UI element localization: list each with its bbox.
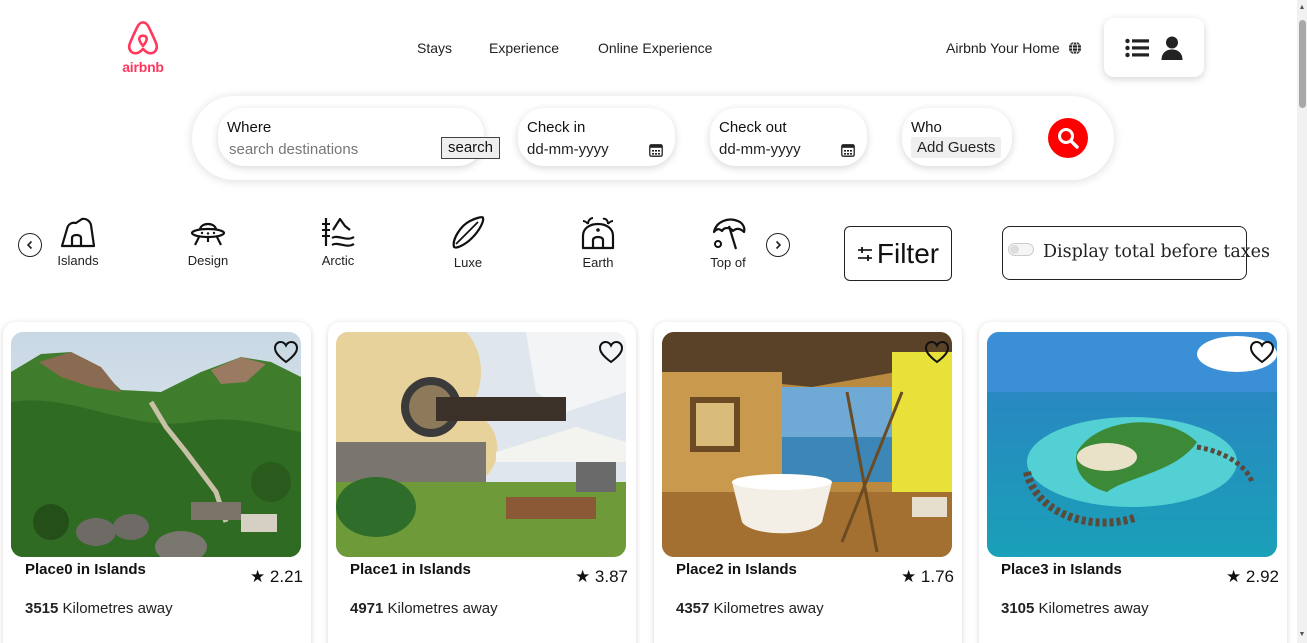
- distance-unit: Kilometres away: [713, 600, 824, 617]
- listing-card[interactable]: Place0 in Islands ★ 2.21 3515 Kilometres…: [3, 322, 311, 643]
- listing-image[interactable]: [336, 332, 626, 557]
- listing-rating: ★ 2.92: [1225, 567, 1279, 586]
- host-link[interactable]: Airbnb Your Home: [946, 40, 1082, 56]
- listing-card[interactable]: Place3 in Islands ★ 2.92 3105 Kilometres…: [979, 322, 1287, 643]
- user-icon: [1161, 36, 1183, 60]
- add-guests-button[interactable]: Add Guests: [911, 137, 1002, 158]
- category-design[interactable]: Design: [163, 216, 253, 268]
- nav-stays[interactable]: Stays: [417, 40, 452, 56]
- airbnb-logo-icon: [127, 21, 159, 55]
- listing-rating: ★ 2.21: [249, 567, 303, 586]
- listing-card[interactable]: Place1 in Islands ★ 3.87 4971 Kilometres…: [328, 322, 636, 643]
- listing-image[interactable]: [662, 332, 952, 557]
- host-label: Airbnb Your Home: [946, 40, 1060, 56]
- umbrella-icon: [712, 218, 746, 250]
- search-destination-button[interactable]: search: [441, 137, 501, 159]
- sliders-icon: [857, 246, 872, 261]
- list-icon: [1125, 38, 1149, 57]
- heart-icon[interactable]: [273, 340, 299, 364]
- checkin-input[interactable]: dd-mm-yyyy: [527, 141, 609, 158]
- category-islands[interactable]: Islands: [33, 216, 123, 268]
- scroll-down-icon[interactable]: ▼: [1298, 631, 1306, 639]
- scrollbar-thumb[interactable]: [1299, 20, 1306, 108]
- category-label: Islands: [57, 253, 99, 268]
- user-menu-button[interactable]: [1104, 18, 1204, 77]
- chevron-right-icon: [775, 240, 782, 250]
- taxes-toggle-switch[interactable]: [1008, 243, 1034, 256]
- heart-icon[interactable]: [1249, 340, 1275, 364]
- page-scrollbar[interactable]: ▲ ▼: [1297, 0, 1307, 643]
- categories-next-button[interactable]: [766, 233, 790, 257]
- listing-title: Place3 in Islands: [1001, 561, 1122, 578]
- island-icon: [60, 217, 96, 248]
- filter-label: Filter: [876, 237, 940, 269]
- distance-value: 3515: [25, 600, 59, 617]
- calendar-icon[interactable]: [841, 143, 855, 157]
- listing-card[interactable]: Place2 in Islands ★ 1.76 4357 Kilometres…: [654, 322, 962, 643]
- category-label: Earth: [582, 255, 614, 270]
- search-bar: Where search destinations search Check i…: [192, 96, 1114, 180]
- who-label: Who: [911, 119, 942, 136]
- distance-value: 4357: [676, 600, 710, 617]
- category-luxe[interactable]: Luxe: [423, 216, 513, 270]
- distance-unit: Kilometres away: [1038, 600, 1149, 617]
- where-label: Where: [227, 119, 272, 136]
- taxes-toggle-box[interactable]: Display total before taxes: [1002, 226, 1270, 280]
- distance-unit: Kilometres away: [387, 600, 498, 617]
- search-icon: [1058, 128, 1079, 149]
- who-field[interactable]: Who Add Guests: [902, 108, 1012, 166]
- search-submit-button[interactable]: [1048, 118, 1088, 158]
- globe-icon: [1068, 41, 1081, 55]
- distance-value: 3105: [1001, 600, 1035, 617]
- airbnb-logo[interactable]: airbnb: [118, 20, 168, 76]
- listing-title: Place2 in Islands: [676, 561, 797, 578]
- listing-image[interactable]: [11, 332, 301, 557]
- listing-image[interactable]: [987, 332, 1277, 557]
- destination-input[interactable]: search destinations: [229, 141, 358, 158]
- listing-distance: 4971 Kilometres away: [350, 600, 498, 617]
- scroll-up-icon[interactable]: ▲: [1298, 4, 1306, 12]
- filter-button[interactable]: Filter: [844, 226, 952, 281]
- checkout-label: Check out: [719, 119, 787, 136]
- nav-online-experience[interactable]: Online Experience: [598, 40, 712, 56]
- checkout-field[interactable]: Check out dd-mm-yyyy: [710, 108, 867, 166]
- checkout-input[interactable]: dd-mm-yyyy: [719, 141, 801, 158]
- nav-experience[interactable]: Experience: [489, 40, 559, 56]
- brand-name: airbnb: [122, 59, 164, 75]
- listing-distance: 3105 Kilometres away: [1001, 600, 1149, 617]
- listing-title: Place0 in Islands: [25, 561, 146, 578]
- listing-distance: 3515 Kilometres away: [25, 600, 173, 617]
- ufo-icon: [190, 222, 226, 246]
- calendar-icon[interactable]: [649, 143, 663, 157]
- listing-rating: ★ 3.87: [574, 567, 628, 586]
- where-field[interactable]: Where search destinations search: [218, 108, 501, 166]
- listing-title: Place1 in Islands: [350, 561, 471, 578]
- category-label: Luxe: [453, 255, 483, 270]
- category-label: Design: [187, 253, 229, 268]
- distance-value: 4971: [350, 600, 384, 617]
- checkin-field[interactable]: Check in dd-mm-yyyy: [518, 108, 675, 166]
- category-earth[interactable]: Earth: [553, 216, 643, 270]
- surfboard-icon: [452, 216, 485, 249]
- checkin-label: Check in: [527, 119, 586, 136]
- heart-icon[interactable]: [598, 340, 624, 364]
- earth-home-icon: [581, 217, 615, 250]
- taxes-label: Display total before taxes: [1043, 242, 1271, 262]
- listing-rating: ★ 1.76: [900, 567, 954, 586]
- arctic-icon: [322, 217, 355, 247]
- heart-icon[interactable]: [924, 340, 950, 364]
- listing-distance: 4357 Kilometres away: [676, 600, 824, 617]
- category-label: Arctic: [321, 253, 355, 268]
- category-top-of[interactable]: Top of: [683, 216, 773, 270]
- distance-unit: Kilometres away: [62, 600, 173, 617]
- category-label: Top of: [710, 255, 746, 270]
- category-arctic[interactable]: Arctic: [293, 216, 383, 268]
